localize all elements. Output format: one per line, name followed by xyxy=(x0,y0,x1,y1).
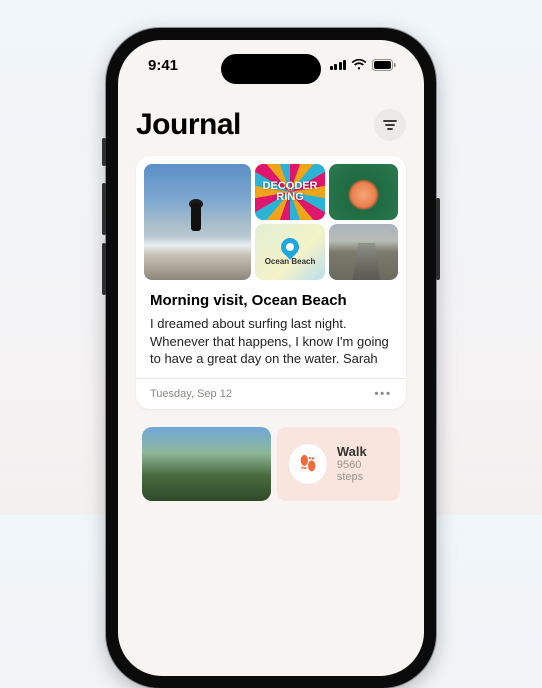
activity-text: Walk 9560 steps xyxy=(337,444,388,483)
entry-activity-tile[interactable]: Walk 9560 steps xyxy=(277,427,400,501)
journal-entry-card[interactable]: DECODER RING Ocean Beach Morning visit, … xyxy=(136,156,406,409)
screen: 9:41 Journal DECODE xyxy=(118,40,424,676)
filter-button[interactable] xyxy=(374,109,406,141)
entry-text: I dreamed about surfing last night. When… xyxy=(150,315,392,368)
activity-name: Walk xyxy=(337,444,388,459)
volume-up-button xyxy=(102,183,106,235)
status-indicators xyxy=(330,59,397,71)
volume-down-button xyxy=(102,243,106,295)
entry-body: Morning visit, Ocean Beach I dreamed abo… xyxy=(136,280,406,378)
header: Journal xyxy=(136,108,406,142)
wifi-icon xyxy=(351,59,367,71)
journal-entry-card[interactable]: Walk 9560 steps xyxy=(136,421,406,507)
entry-photo-main[interactable] xyxy=(144,164,251,280)
entry-date: Tuesday, Sep 12 xyxy=(150,388,232,400)
power-button xyxy=(436,198,440,280)
dynamic-island xyxy=(221,54,321,84)
entry-photo-shell[interactable] xyxy=(329,164,398,220)
entry-photo-road[interactable] xyxy=(329,224,398,280)
entry-photo[interactable] xyxy=(142,427,271,501)
entry-location-tile[interactable]: Ocean Beach xyxy=(255,224,324,280)
entry-more-button[interactable]: ••• xyxy=(374,388,392,400)
entry-podcast-tile[interactable]: DECODER RING xyxy=(255,164,324,220)
map-pin-icon xyxy=(277,234,302,259)
entry-footer: Tuesday, Sep 12 ••• xyxy=(136,378,406,409)
side-button xyxy=(102,138,106,166)
activity-detail: 9560 steps xyxy=(337,459,388,483)
battery-icon xyxy=(372,59,396,71)
cellular-icon xyxy=(330,60,347,70)
walk-icon xyxy=(289,444,327,484)
podcast-title: DECODER RING xyxy=(255,181,324,203)
page-title: Journal xyxy=(136,108,241,142)
status-time: 9:41 xyxy=(148,57,178,74)
phone-frame: 9:41 Journal DECODE xyxy=(106,28,436,688)
entry-title: Morning visit, Ocean Beach xyxy=(150,292,392,309)
entry-media-collage: DECODER RING Ocean Beach xyxy=(136,156,406,280)
filter-icon xyxy=(382,117,398,133)
